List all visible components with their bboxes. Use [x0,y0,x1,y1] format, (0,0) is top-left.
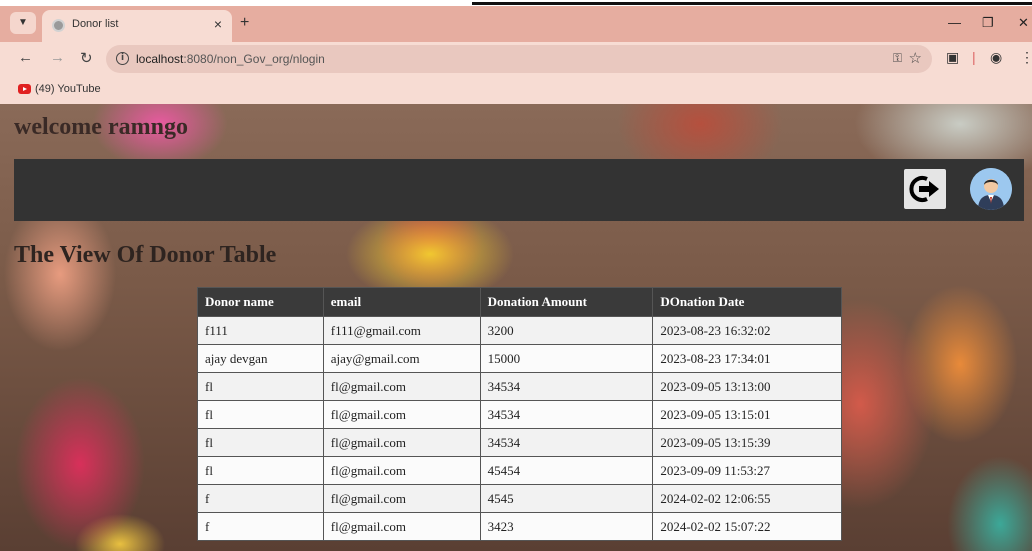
cell-amount: 34534 [479,428,654,457]
cell-donor-name: fl [197,456,324,485]
new-tab-button[interactable]: + [240,14,249,32]
tab-strip: ▼ Donor list × + — ❐ ✕ [0,6,1032,42]
cell-donor-name: fl [197,428,324,457]
cell-donor-name: f111 [197,316,324,345]
cell-email: ajay@gmail.com [322,344,481,373]
donor-table: Donor name email Donation Amount DOnatio… [197,287,842,541]
cell-email: fl@gmail.com [322,456,481,485]
cell-date: 2023-09-09 11:53:27 [652,456,842,485]
table-row: fl fl@gmail.com 34534 2023-09-05 13:15:0… [197,400,842,429]
restore-icon[interactable]: ❐ [982,15,994,31]
cell-date: 2023-08-23 16:32:02 [652,316,842,345]
url-text[interactable]: localhost:8080/non_Gov_org/nlogin [136,52,325,66]
header-donor-name: Donor name [197,287,324,317]
welcome-text: welcome ramngo [14,114,188,140]
table-row: f fl@gmail.com 3423 2024-02-02 15:07:22 [197,512,842,541]
cell-date: 2023-09-05 13:15:01 [652,400,842,429]
reload-icon[interactable]: ↻ [80,49,93,67]
profile-icon[interactable]: ◉ [990,49,1002,66]
table-row: fl fl@gmail.com 34534 2023-09-05 13:15:3… [197,428,842,457]
cell-donor-name: f [197,484,324,513]
cell-donor-name: fl [197,400,324,429]
tab-title: Donor list [72,18,119,30]
cell-date: 2023-09-05 13:15:39 [652,428,842,457]
table-row: f fl@gmail.com 4545 2024-02-02 12:06:55 [197,484,842,513]
cell-date: 2024-02-02 15:07:22 [652,512,842,541]
header-donation-date: DOnation Date [652,287,842,317]
cell-amount: 4545 [479,484,654,513]
logout-button[interactable] [904,169,946,209]
table-row: fl fl@gmail.com 45454 2023-09-09 11:53:2… [197,456,842,485]
cell-date: 2023-08-23 17:34:01 [652,344,842,373]
url-path: :8080/non_Gov_org/nlogin [183,52,325,66]
header-email: email [322,287,481,317]
section-title: The View Of Donor Table [14,242,277,268]
browser-toolbar: ← → ↻ i localhost:8080/non_Gov_org/nlogi… [0,42,1032,76]
youtube-icon [18,84,31,94]
site-info-icon[interactable]: i [116,52,129,65]
url-host: localhost [136,52,184,66]
cell-email: fl@gmail.com [322,512,481,541]
tab-search-button[interactable]: ▼ [10,12,36,34]
cell-date: 2023-09-05 13:13:00 [652,372,842,401]
address-bar[interactable]: i localhost:8080/non_Gov_org/nlogin ⚿ ☆ [106,45,932,73]
cell-donor-name: fl [197,372,324,401]
bookmark-star-icon[interactable]: ☆ [909,49,922,67]
cell-email: f111@gmail.com [322,316,481,345]
cell-amount: 3200 [479,316,654,345]
page-content: welcome ramngo The View Of Donor Table D… [0,104,1032,551]
cell-amount: 34534 [479,372,654,401]
cell-amount: 34534 [479,400,654,429]
header-donation-amount: Donation Amount [479,287,654,317]
extensions-icon[interactable]: ▣ [946,49,959,66]
menu-icon[interactable]: ⋮ [1020,49,1032,66]
cell-amount: 45454 [479,456,654,485]
cell-donor-name: ajay devgan [197,344,324,373]
minimize-icon[interactable]: — [948,15,961,30]
cell-email: fl@gmail.com [322,400,481,429]
cell-amount: 15000 [479,344,654,373]
cell-date: 2024-02-02 12:06:55 [652,484,842,513]
table-row: fl fl@gmail.com 34534 2023-09-05 13:13:0… [197,372,842,401]
close-tab-icon[interactable]: × [214,16,222,32]
forward-icon[interactable]: → [50,49,65,66]
globe-icon [52,19,65,32]
bookmarks-bar: (49) YouTube [0,76,1032,104]
table-row: f111 f111@gmail.com 3200 2023-08-23 16:3… [197,316,842,345]
profile-avatar-button[interactable] [970,168,1012,210]
bookmark-youtube[interactable]: (49) YouTube [35,83,101,95]
password-key-icon[interactable]: ⚿ [893,51,902,66]
table-header-row: Donor name email Donation Amount DOnatio… [197,287,842,317]
cell-email: fl@gmail.com [322,372,481,401]
cell-email: fl@gmail.com [322,484,481,513]
back-icon[interactable]: ← [18,49,33,66]
cell-amount: 3423 [479,512,654,541]
user-avatar-icon [970,168,1012,210]
close-window-icon[interactable]: ✕ [1018,15,1029,31]
top-navbar [14,159,1024,221]
logout-icon [909,176,939,202]
cell-email: fl@gmail.com [322,428,481,457]
tab-donor-list[interactable]: Donor list × [42,10,232,42]
separator: | [972,49,976,65]
cell-donor-name: f [197,512,324,541]
table-row: ajay devgan ajay@gmail.com 15000 2023-08… [197,344,842,373]
